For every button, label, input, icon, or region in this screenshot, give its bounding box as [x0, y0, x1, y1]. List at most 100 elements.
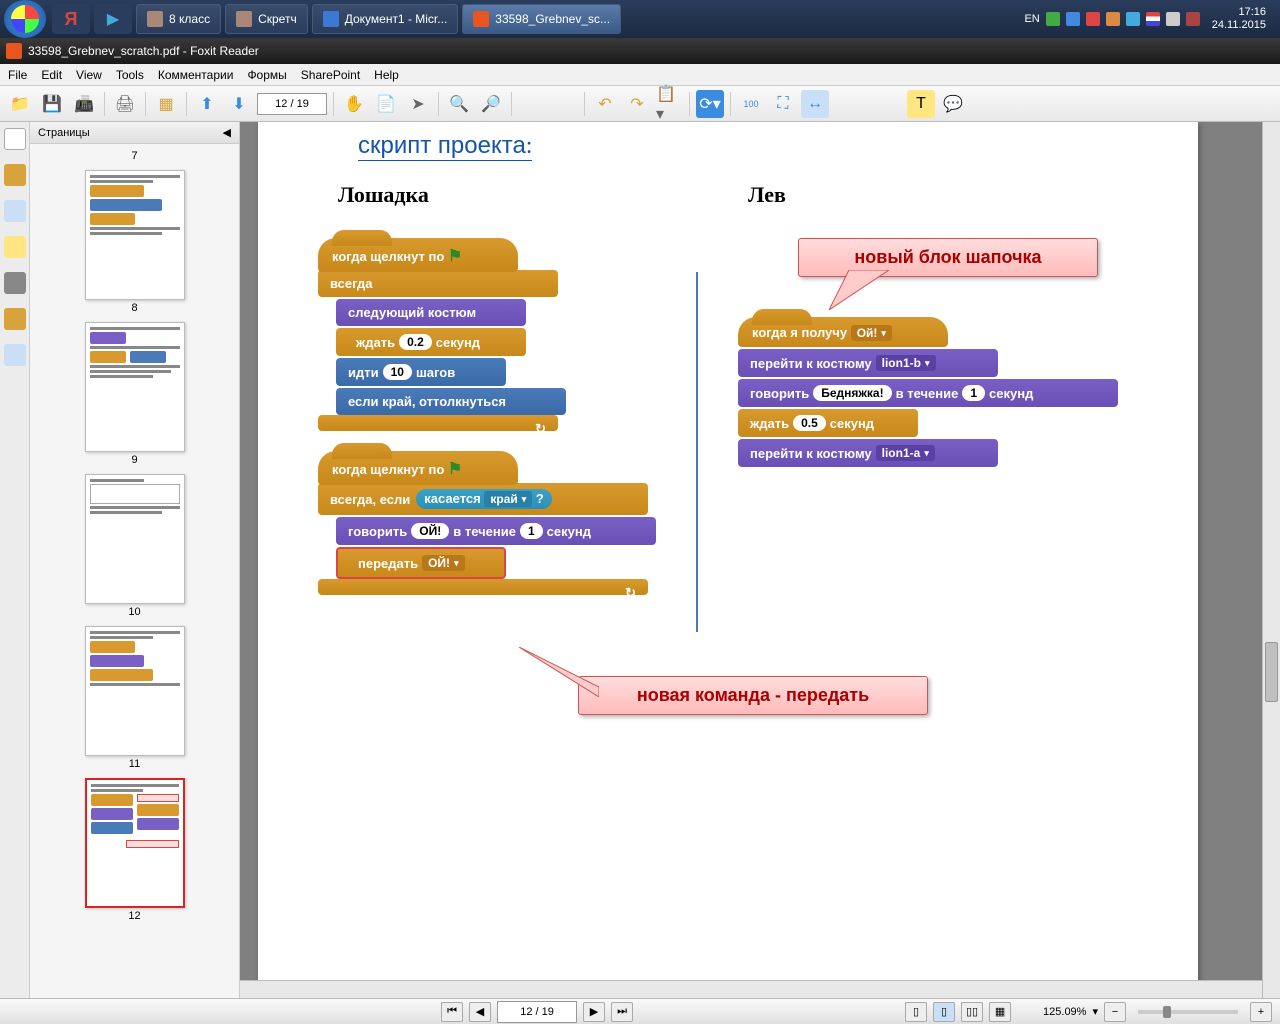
task-label: Документ1 - Micr...: [345, 12, 448, 26]
media-player-icon[interactable]: ▶: [94, 4, 132, 34]
thumbnail-9[interactable]: [85, 322, 185, 452]
horizontal-scrollbar[interactable]: [240, 980, 1262, 998]
menu-sharepoint[interactable]: SharePoint: [301, 68, 360, 82]
rotate-right-button[interactable]: ↷: [623, 90, 651, 118]
thumbnail-10[interactable]: [85, 474, 185, 604]
note-button[interactable]: 💬: [939, 90, 967, 118]
page-input[interactable]: [257, 93, 327, 115]
refresh-button[interactable]: ⟳▾: [696, 90, 724, 118]
yandex-icon[interactable]: Я: [52, 4, 90, 34]
print-button[interactable]: 🖨: [111, 90, 139, 118]
bookmarks-tab-icon[interactable]: [4, 164, 26, 186]
select-tool-button[interactable]: 📄: [372, 90, 400, 118]
thumbnail-11[interactable]: [85, 626, 185, 756]
menu-forms[interactable]: Формы: [247, 68, 286, 82]
forever-if-block: всегда, если касается край ?: [318, 483, 648, 515]
prev-page-button[interactable]: ◀: [469, 1002, 491, 1022]
volume-icon[interactable]: [1166, 12, 1180, 26]
security-tab-icon[interactable]: [4, 308, 26, 330]
scan-button[interactable]: 📠: [70, 90, 98, 118]
continuous-facing-button[interactable]: ▦: [989, 1002, 1011, 1022]
language-indicator[interactable]: EN: [1024, 13, 1039, 25]
attachments-tab-icon[interactable]: [4, 272, 26, 294]
switch-costume-block: перейти к костюму lion1-a: [738, 439, 998, 467]
switch-costume-block: перейти к костюму lion1-b: [738, 349, 998, 377]
statusbar: ⏮ ◀ ▶ ⏭ ▯ ▯ ▯▯ ▦ 125.09% ▾ − +: [0, 998, 1280, 1024]
bounce-block: если край, оттолкнуться: [336, 388, 566, 415]
status-page-input[interactable]: [497, 1001, 577, 1023]
tray-icon[interactable]: [1126, 12, 1140, 26]
prev-page-button[interactable]: ⬆: [193, 90, 221, 118]
main-area: Страницы ◀ 7 8 9 10 11 12: [0, 122, 1280, 998]
menu-edit[interactable]: Edit: [41, 68, 62, 82]
zoom-actual-button[interactable]: 100: [737, 90, 765, 118]
tray-icon[interactable]: [1186, 12, 1200, 26]
broadcast-block: передать ОЙ!: [336, 547, 506, 579]
thumbnails-panel: Страницы ◀ 7 8 9 10 11 12: [30, 122, 240, 998]
comments-tab-icon[interactable]: [4, 236, 26, 258]
menu-comments[interactable]: Комментарии: [158, 68, 234, 82]
menu-tools[interactable]: Tools: [116, 68, 144, 82]
system-tray: EN 17:16 24.11.2015: [1016, 6, 1280, 32]
signatures-tab-icon[interactable]: [4, 344, 26, 366]
collapse-icon[interactable]: ◀: [223, 126, 231, 139]
menu-view[interactable]: View: [76, 68, 102, 82]
separator: [584, 92, 585, 116]
next-page-button[interactable]: ▶: [583, 1002, 605, 1022]
hand-tool-button[interactable]: ✋: [340, 90, 368, 118]
zoom-slider[interactable]: [1138, 1010, 1238, 1014]
save-button[interactable]: 💾: [38, 90, 66, 118]
thumbnails-scroll[interactable]: 7 8 9 10 11 12: [30, 144, 239, 998]
document-view[interactable]: скрипт проекта: Лошадка когда щелкнут по…: [240, 122, 1280, 998]
taskbar-task-2[interactable]: Скретч: [225, 4, 308, 34]
first-page-button[interactable]: ⏮: [441, 1002, 463, 1022]
menu-help[interactable]: Help: [374, 68, 399, 82]
taskbar-task-1[interactable]: 8 класс: [136, 4, 221, 34]
continuous-button[interactable]: ▯: [933, 1002, 955, 1022]
facing-button[interactable]: ▯▯: [961, 1002, 983, 1022]
say-block: говорить ОЙ! в течение 1 секунд: [336, 517, 656, 545]
taskbar-task-3[interactable]: Документ1 - Micr...: [312, 4, 459, 34]
zoom-out-button[interactable]: −: [1104, 1002, 1126, 1022]
rotate-left-button[interactable]: ↶: [591, 90, 619, 118]
search-next-button[interactable]: 🔎: [477, 90, 505, 118]
tray-icon[interactable]: [1066, 12, 1080, 26]
window-title: 33598_Grebnev_scratch.pdf - Foxit Reader: [28, 44, 259, 58]
menu-file[interactable]: File: [8, 68, 27, 82]
search-button[interactable]: 🔍: [445, 90, 473, 118]
single-page-button[interactable]: ▯: [905, 1002, 927, 1022]
thumb-label: 10: [36, 606, 233, 618]
taskbar-task-4[interactable]: 33598_Grebnev_sc...: [462, 4, 621, 34]
fit-page-button[interactable]: ⛶: [769, 90, 797, 118]
pages-tab-icon[interactable]: [4, 128, 26, 150]
layers-tab-icon[interactable]: [4, 200, 26, 222]
tray-icon[interactable]: [1046, 12, 1060, 26]
say-block: говорить Бедняжка! в течение 1 секунд: [738, 379, 1118, 407]
pointer-tool-button[interactable]: ➤: [404, 90, 432, 118]
flag-icon[interactable]: [1146, 12, 1160, 26]
fit-width-button[interactable]: ↔: [801, 90, 829, 118]
page-options-button[interactable]: 📋▾: [655, 90, 683, 118]
thumbnail-12[interactable]: [85, 778, 185, 908]
flag-icon: ⚑: [448, 248, 462, 265]
thumbnail-8[interactable]: [85, 170, 185, 300]
separator: [186, 92, 187, 116]
highlight-button[interactable]: T: [907, 90, 935, 118]
slider-thumb[interactable]: [1163, 1006, 1171, 1018]
open-button[interactable]: 📁: [6, 90, 34, 118]
callout-pointer-icon: [829, 270, 889, 310]
vertical-scrollbar[interactable]: [1262, 122, 1280, 998]
word-icon: [323, 11, 339, 27]
scrollbar-thumb[interactable]: [1265, 642, 1278, 702]
start-button[interactable]: [4, 0, 46, 38]
last-page-button[interactable]: ⏭: [611, 1002, 633, 1022]
next-page-button[interactable]: ⬇: [225, 90, 253, 118]
tray-icon[interactable]: [1106, 12, 1120, 26]
zoom-in-button[interactable]: +: [1250, 1002, 1272, 1022]
shield-icon[interactable]: [1086, 12, 1100, 26]
app-icon: [6, 43, 22, 59]
column-title-2: Лев: [748, 182, 1158, 208]
layout-button[interactable]: ▦: [152, 90, 180, 118]
clock[interactable]: 17:16 24.11.2015: [1206, 6, 1272, 32]
zoom-dropdown-icon[interactable]: ▾: [1092, 1005, 1098, 1018]
